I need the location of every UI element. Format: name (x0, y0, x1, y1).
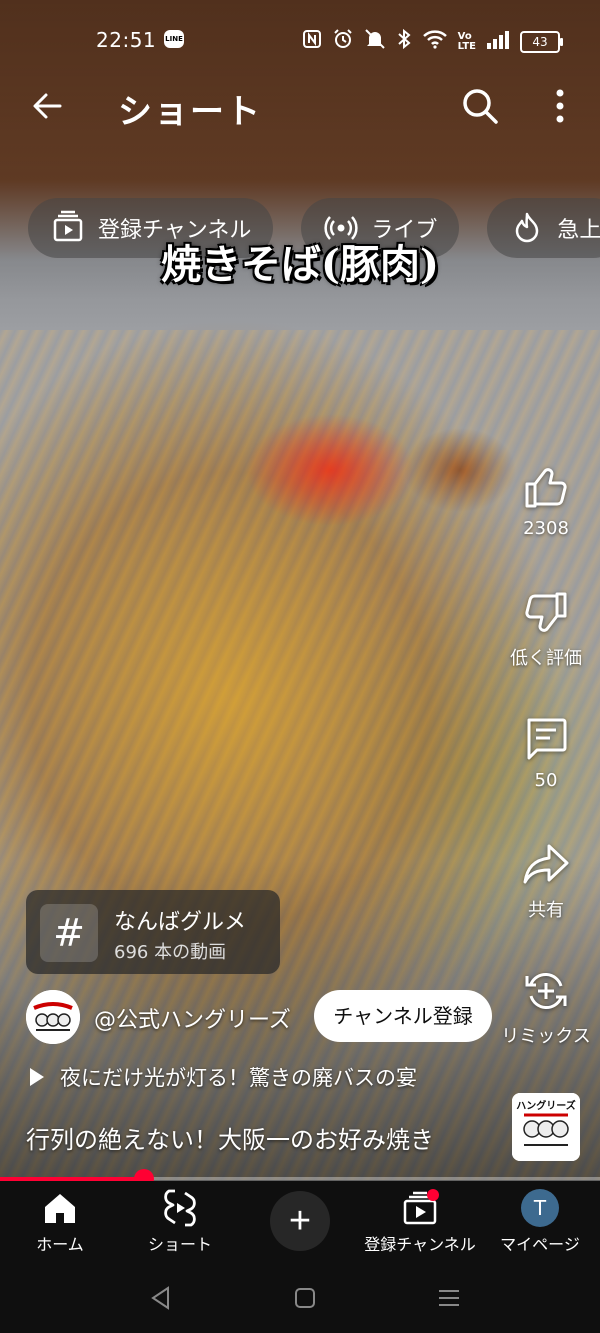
status-icons: Vo LTE 43 (302, 28, 563, 55)
sound-thumbnail[interactable]: ハングリーズ (512, 1093, 580, 1161)
back-arrow-icon[interactable] (26, 84, 70, 128)
hashtag-icon: # (40, 904, 98, 962)
video-overlay-title: 焼きそば(豚肉) (161, 241, 439, 288)
remix-icon (525, 973, 567, 1009)
system-recents-icon[interactable] (434, 1283, 464, 1313)
thumbs-down-icon (525, 592, 567, 632)
notification-dot (427, 1189, 439, 1201)
battery-indicator: 43 (520, 30, 563, 53)
shorts-icon (164, 1189, 196, 1227)
nav-subscriptions-label: 登録チャンネル (364, 1235, 476, 1254)
share-button[interactable]: 共有 (496, 840, 596, 922)
signal-icon (486, 29, 510, 54)
nav-my-page[interactable]: T マイページ (480, 1189, 600, 1255)
related-video-link[interactable]: 夜にだけ光が灯る！驚きの廃バスの宴 (30, 1062, 417, 1092)
nav-my-page-label: マイページ (500, 1235, 580, 1254)
video-caption: 行列の絶えない！大阪一のお好み焼き (26, 1126, 434, 1154)
channel-logo-icon (26, 990, 80, 1044)
nav-shorts-label: ショート (147, 1235, 212, 1254)
user-avatar: T (521, 1189, 559, 1227)
nfc-icon (302, 29, 322, 54)
dislike-label: 低く評価 (510, 648, 582, 669)
remix-label: リミックス (501, 1026, 591, 1047)
wifi-icon (422, 29, 448, 54)
nav-home-label: ホーム (36, 1235, 84, 1254)
line-app-icon: LINE (164, 30, 184, 48)
channel-name[interactable]: @公式ハングリーズ (94, 1002, 291, 1034)
home-icon (45, 1194, 75, 1223)
bottom-navigation: ホーム ショート + 登録チャンネル T マイページ (0, 1181, 600, 1263)
page-title: ショート (118, 92, 262, 132)
status-bar: 22:51 LINE Vo LTE 43 (0, 0, 600, 80)
subscribe-button[interactable]: チャンネル登録 (314, 990, 492, 1042)
dislike-button[interactable]: 低く評価 (496, 588, 596, 670)
mute-icon (364, 28, 386, 55)
more-options-icon[interactable] (540, 84, 580, 128)
search-icon[interactable] (458, 84, 502, 128)
thumbs-up-icon (525, 468, 567, 508)
nav-home[interactable]: ホーム (0, 1189, 120, 1255)
nav-shorts[interactable]: ショート (120, 1189, 240, 1255)
channel-avatar[interactable] (26, 990, 80, 1044)
hashtag-name: なんばグルメ (114, 910, 247, 935)
create-button[interactable]: + (270, 1191, 330, 1251)
volte-icon: Vo LTE (457, 30, 476, 52)
play-icon (30, 1068, 44, 1086)
comments-button[interactable]: 50 (496, 714, 596, 791)
nav-subscriptions[interactable]: 登録チャンネル (360, 1189, 480, 1255)
like-button[interactable]: 2308 (496, 462, 596, 539)
system-back-icon[interactable] (146, 1283, 176, 1313)
bluetooth-icon (396, 28, 412, 55)
status-time: 22:51 (96, 28, 157, 52)
hashtag-video-count: 696 本の動画 (114, 942, 227, 963)
system-home-icon[interactable] (290, 1283, 320, 1313)
svg-text:ハングリーズ: ハングリーズ (516, 1099, 576, 1112)
like-count: 2308 (523, 518, 569, 539)
app-header: ショート (0, 78, 600, 138)
remix-button[interactable]: リミックス (496, 966, 596, 1048)
alarm-icon (332, 28, 354, 55)
comment-count: 50 (534, 770, 558, 791)
hashtag-card[interactable]: # なんばグルメ 696 本の動画 (26, 890, 280, 974)
system-navigation-bar (0, 1263, 600, 1333)
related-video-title: 夜にだけ光が灯る！驚きの廃バスの宴 (60, 1066, 417, 1090)
channel-logo-icon: ハングリーズ (512, 1093, 580, 1161)
share-icon (523, 844, 569, 884)
comment-icon (527, 718, 567, 760)
share-label: 共有 (528, 900, 564, 921)
